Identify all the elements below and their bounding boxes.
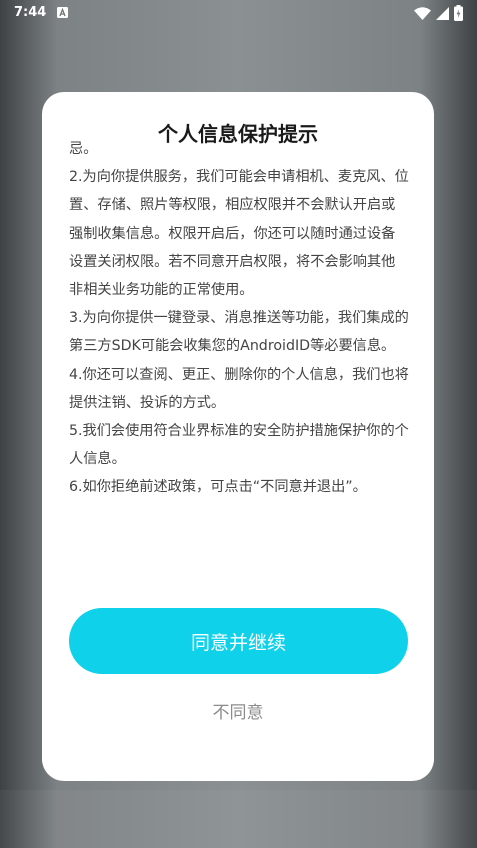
status-icons (414, 5, 463, 21)
cell-signal-icon (436, 6, 449, 20)
policy-paragraph: 3.为向你提供一键登录、消息推送等功能，我们集成的第三方SDK可能会收集您的An… (69, 310, 409, 355)
policy-paragraph: 6.如你拒绝前述政策，可点击“不同意并退出”。 (69, 479, 367, 496)
policy-content[interactable]: 忌。 2.为向你提供服务，我们可能会申请相机、麦克风、位置、存储、照片等权限，相… (69, 130, 409, 582)
agree-continue-button[interactable]: 同意并继续 (69, 608, 408, 674)
dialog-title: 个人信息保护提示 (158, 122, 318, 146)
policy-paragraph: 5.我们会使用符合业界标准的安全防护措施保护你的个人信息。 (69, 423, 409, 468)
policy-paragraph: 4.你还可以查阅、更正、删除你的个人信息，我们也将提供注销、投诉的方式。 (69, 366, 409, 411)
a-icon (57, 7, 68, 18)
disagree-button[interactable]: 不同意 (42, 698, 434, 723)
privacy-dialog: 个人信息保护提示 忌。 2.为向你提供服务，我们可能会申请相机、麦克风、位置、存… (42, 92, 434, 781)
status-bar: 7:44 (0, 0, 477, 28)
bottom-area (0, 790, 477, 848)
policy-paragraph: 2.为向你提供服务，我们可能会申请相机、麦克风、位置、存储、照片等权限，相应权限… (69, 169, 409, 299)
status-time: 7:44 (14, 5, 47, 20)
battery-icon (454, 5, 463, 21)
wifi-icon (414, 6, 431, 20)
